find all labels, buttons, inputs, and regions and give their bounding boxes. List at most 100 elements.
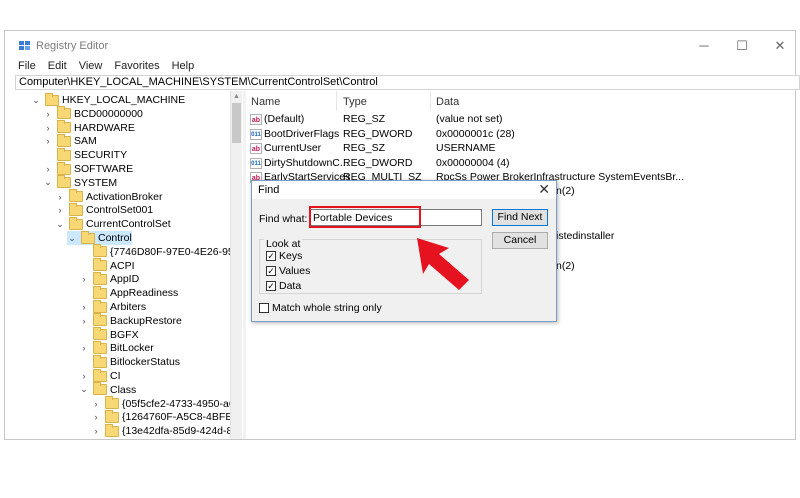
chevron-right-icon[interactable]: › (79, 274, 89, 284)
menu-edit[interactable]: Edit (48, 60, 67, 74)
match-whole-row[interactable]: Match whole string only (259, 302, 382, 314)
scrollbar-thumb[interactable] (232, 103, 241, 143)
tree-scrollbar[interactable]: ▲ (230, 91, 242, 439)
chevron-right-icon[interactable]: › (43, 109, 53, 119)
menu-bar: File Edit View Favorites Help (18, 60, 194, 74)
chevron-right-icon[interactable]: › (55, 205, 65, 215)
cell-type: REG_SZ (343, 113, 386, 125)
tree-item[interactable]: › SOFTWARE (43, 161, 134, 176)
cell-type: REG_DWORD (343, 127, 413, 140)
tree-item[interactable]: › BitLocker (79, 340, 154, 355)
chevron-down-icon[interactable]: ⌄ (55, 219, 65, 230)
find-dialog-title: Find (258, 184, 280, 196)
chevron-right-icon[interactable]: › (91, 412, 101, 422)
match-whole-checkbox[interactable] (259, 303, 269, 313)
table-row[interactable]: 011 BootDriverFlags REG_DWORD 0x0000001c (2… (246, 128, 800, 142)
tree-item[interactable]: ⌄ SYSTEM (43, 175, 117, 190)
values-checkbox[interactable]: ✓ (266, 266, 276, 276)
tree-item[interactable]: › BCD00000000 (43, 106, 143, 121)
tree-item-label: ControlSet001 (86, 204, 154, 217)
tree-item-label: CI (110, 370, 121, 382)
tree-item[interactable]: › ControlSet001 (55, 202, 154, 217)
folder-icon (57, 161, 71, 175)
minimize-button[interactable]: ─ (694, 38, 714, 54)
column-header-type[interactable]: Type (343, 96, 367, 108)
tree-item[interactable]: › BackupRestore (79, 313, 182, 328)
tree-item[interactable]: SECURITY (43, 147, 127, 162)
find-dialog: Find ✕ Find what: Find Next Cancel Look … (251, 180, 557, 322)
cell-data: USERNAME (436, 142, 496, 154)
chevron-right-icon[interactable]: › (79, 343, 89, 353)
table-row[interactable]: 011 DirtyShutdownC... REG_DWORD 0x00000004 … (246, 157, 800, 171)
tree-item[interactable]: ⌄ CurrentControlSet (55, 216, 171, 231)
chevron-right-icon[interactable]: › (79, 371, 89, 381)
tree-item[interactable]: › SAM (43, 133, 97, 148)
data-checkbox[interactable]: ✓ (266, 281, 276, 291)
chevron-down-icon[interactable]: ⌄ (67, 233, 77, 244)
scroll-up-icon[interactable]: ▲ (233, 93, 240, 100)
tree-item[interactable]: › Arbiters (79, 299, 146, 314)
tree-item[interactable]: {7746D80F-97E0-4E26-9543-26 (79, 244, 230, 259)
cancel-button[interactable]: Cancel (492, 232, 548, 249)
chevron-down-icon[interactable]: ⌄ (43, 177, 53, 188)
chevron-right-icon[interactable]: › (91, 426, 101, 436)
address-bar[interactable]: Computer\HKEY_LOCAL_MACHINE\SYSTEM\Curre… (15, 75, 800, 90)
chevron-right-icon[interactable]: › (43, 164, 53, 174)
column-header-name[interactable]: Name (251, 96, 280, 108)
keys-checkbox[interactable]: ✓ (266, 251, 276, 261)
chevron-right-icon[interactable]: › (55, 192, 65, 202)
tree-item[interactable]: › ActivationBroker (55, 189, 163, 204)
chevron-right-icon[interactable]: › (43, 136, 53, 146)
string-value-icon: ab (250, 143, 262, 154)
folder-icon (93, 382, 107, 396)
close-button[interactable]: ✕ (770, 38, 790, 54)
tree-item[interactable]: › CI (79, 368, 121, 383)
tree-item-label: Control (98, 232, 132, 244)
folder-icon (105, 409, 119, 423)
tree-item[interactable]: › HARDWARE (43, 120, 135, 135)
find-dialog-close-icon[interactable]: ✕ (538, 181, 550, 198)
chevron-right-icon[interactable]: › (91, 399, 101, 409)
tree-item[interactable]: BitlockerStatus (79, 354, 181, 369)
column-header-data[interactable]: Data (436, 96, 459, 108)
menu-favorites[interactable]: Favorites (114, 60, 159, 74)
menu-file[interactable]: File (18, 60, 36, 74)
folder-icon (93, 244, 107, 258)
chevron-right-icon[interactable]: › (79, 316, 89, 326)
chevron-right-icon[interactable]: › (79, 302, 89, 312)
tree-item-label: SOFTWARE (74, 163, 134, 175)
tree-item[interactable]: › AppID (79, 271, 139, 286)
tree-item[interactable]: ⌄ Class (79, 382, 136, 397)
chevron-right-icon[interactable]: › (43, 123, 53, 133)
menu-view[interactable]: View (79, 60, 103, 74)
data-checkbox-row[interactable]: ✓ Data (266, 280, 301, 292)
folder-icon (69, 189, 83, 203)
values-checkbox-row[interactable]: ✓ Values (266, 265, 310, 277)
tree-item-label: ActivationBroker (86, 190, 163, 203)
maximize-button[interactable]: ☐ (732, 38, 752, 54)
tree-item[interactable]: › {05f5cfe2-4733-4950-a6bb- (91, 396, 230, 411)
menu-help[interactable]: Help (172, 60, 195, 74)
folder-icon (93, 285, 107, 299)
tree-item[interactable]: ACPI (79, 258, 135, 273)
tree-item[interactable]: › {1264760F-A5C8-4BFE-B314 (91, 409, 230, 424)
table-row[interactable]: ab (Default) REG_SZ (value not set) (246, 113, 800, 127)
folder-icon (93, 368, 107, 382)
tree-item[interactable]: ⌄ HKEY_LOCAL_MACHINE (31, 92, 185, 107)
keys-checkbox-row[interactable]: ✓ Keys (266, 250, 302, 262)
tree-item-label: BitlockerStatus (110, 356, 181, 369)
folder-icon (57, 147, 71, 161)
tree-item[interactable]: ⌄ Control (67, 230, 132, 245)
folder-icon (45, 92, 59, 106)
tree-item[interactable]: AppReadiness (79, 285, 178, 300)
find-next-button[interactable]: Find Next (492, 209, 548, 226)
registry-editor-app-icon (18, 40, 32, 55)
chevron-down-icon[interactable]: ⌄ (31, 95, 41, 106)
folder-icon (93, 313, 107, 327)
table-row[interactable]: ab CurrentUser REG_SZ USERNAME (246, 142, 800, 156)
folder-icon (93, 340, 107, 354)
tree-item[interactable]: › {13e42dfa-85d9-424d-8646 (91, 423, 230, 438)
tree-item[interactable]: BGFX (79, 327, 139, 342)
chevron-down-icon[interactable]: ⌄ (79, 384, 89, 395)
binary-value-icon: 011 (250, 157, 262, 169)
